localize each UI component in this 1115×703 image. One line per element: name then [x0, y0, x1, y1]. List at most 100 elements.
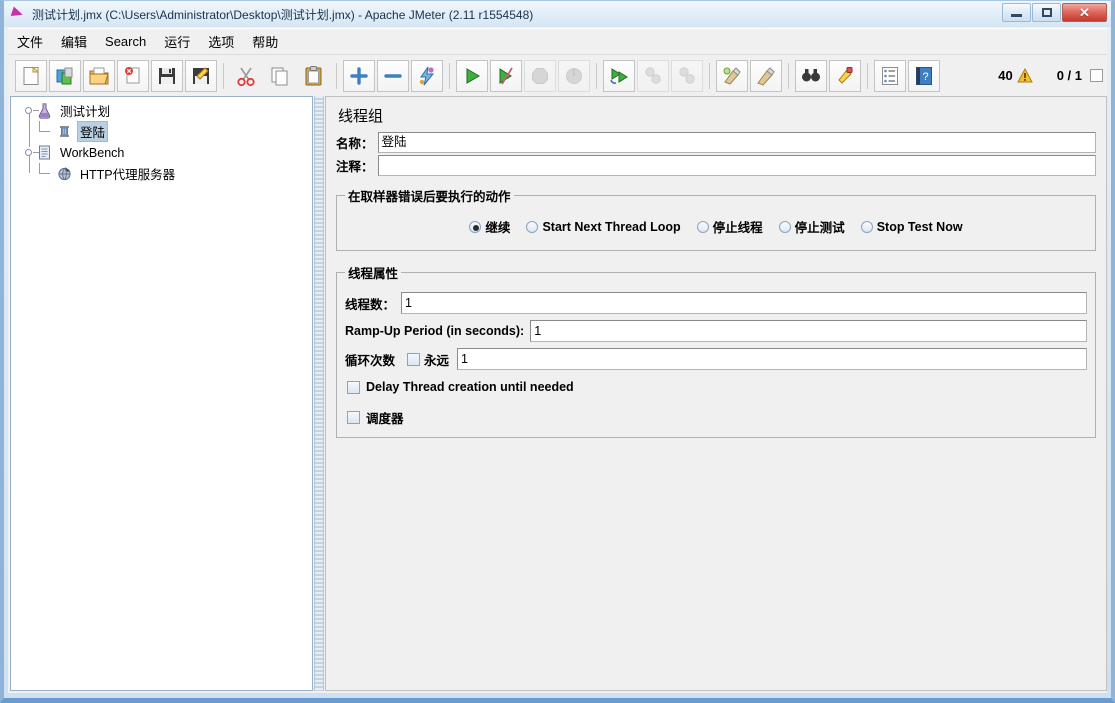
minimize-button[interactable]	[1002, 3, 1031, 22]
toolbar-separator	[788, 62, 789, 89]
menu-bar: 文件 编辑 Search 运行 选项 帮助	[8, 28, 1107, 54]
scheduler-row[interactable]: 调度器	[347, 408, 1087, 427]
copy-icon[interactable]	[264, 60, 296, 92]
remote-start-all-icon[interactable]	[603, 59, 635, 92]
stop-icon	[524, 59, 556, 92]
menu-options[interactable]: 选项	[199, 29, 243, 54]
ramp-up-row: Ramp-Up Period (in seconds): 1	[345, 320, 1087, 342]
radio-label: 停止线程	[712, 221, 763, 235]
name-label: 名称：	[336, 137, 374, 151]
radio-indicator-icon	[778, 220, 791, 233]
start-icon[interactable]	[456, 59, 488, 92]
shutdown-icon	[558, 59, 590, 92]
menu-run[interactable]: 运行	[155, 29, 199, 54]
expand-all-icon[interactable]	[343, 59, 375, 92]
radio-continue[interactable]: 继续	[469, 217, 510, 236]
tree-node-test-plan[interactable]: 测试计划	[11, 100, 312, 121]
new-icon[interactable]	[15, 59, 47, 92]
scheduler-checkbox[interactable]	[347, 411, 360, 424]
tree-node-http-proxy[interactable]: HTTP代理服务器	[11, 163, 312, 184]
window-controls: ✕	[1002, 3, 1107, 22]
toolbar-status: 40 0 / 1	[998, 68, 1107, 83]
close-button[interactable]: ✕	[1062, 3, 1107, 22]
tree-node-workbench[interactable]: WorkBench	[11, 142, 312, 163]
function-helper-icon[interactable]	[874, 59, 906, 92]
thread-properties-group: 线程属性 线程数： 1 Ramp-Up Period (in seconds):…	[336, 263, 1096, 438]
radio-start-next-thread-loop[interactable]: Start Next Thread Loop	[526, 220, 681, 234]
search-icon[interactable]	[795, 59, 827, 92]
jmeter-main-window: 测试计划.jmx (C:\Users\Administrator\Desktop…	[0, 0, 1115, 703]
forever-label: 永远	[424, 353, 450, 368]
delay-creation-row[interactable]: Delay Thread creation until needed	[347, 380, 1087, 394]
menu-search[interactable]: Search	[96, 31, 155, 52]
clear-all-icon[interactable]	[750, 59, 782, 92]
cut-icon[interactable]	[230, 60, 262, 92]
menu-help[interactable]: 帮助	[243, 29, 287, 54]
loop-count-row: 循环次数 永远 1	[345, 348, 1087, 370]
main-split-pane: 测试计划 登陆 WorkBench HTTP代理服务器 线程组 名称： 登陆 注…	[8, 96, 1107, 693]
start-no-pauses-icon[interactable]	[490, 59, 522, 92]
ramp-up-label: Ramp-Up Period (in seconds):	[345, 324, 525, 338]
radio-stop-thread[interactable]: 停止线程	[696, 217, 763, 236]
radio-stop-test-now[interactable]: Stop Test Now	[860, 220, 963, 234]
window-title: 测试计划.jmx (C:\Users\Administrator\Desktop…	[32, 7, 534, 22]
comment-input[interactable]	[377, 155, 1096, 176]
loop-count-label: 循环次数	[345, 353, 396, 368]
name-input[interactable]: 登陆	[377, 132, 1096, 153]
clear-icon[interactable]	[716, 59, 748, 92]
tree-node-label: 登陆	[77, 121, 109, 142]
toolbar-separator	[709, 62, 710, 89]
split-divider[interactable]	[314, 96, 324, 691]
radio-indicator-icon	[860, 220, 873, 233]
save-icon[interactable]	[151, 59, 183, 92]
jmeter-logo-icon	[10, 6, 28, 22]
radio-label: 继续	[485, 221, 511, 235]
loop-count-input[interactable]: 1	[457, 348, 1087, 370]
remote-stop-all-icon	[637, 59, 669, 92]
tree-elbow	[34, 121, 56, 142]
menu-file[interactable]: 文件	[8, 29, 52, 54]
svg-text:?: ?	[922, 71, 928, 83]
test-plan-tree[interactable]: 测试计划 登陆 WorkBench HTTP代理服务器	[10, 96, 313, 691]
scheduler-label: 调度器	[366, 412, 404, 426]
tree-node-thread-group[interactable]: 登陆	[11, 121, 312, 142]
toolbar: ? 40 0 / 1	[8, 54, 1107, 96]
error-action-group: 在取样器错误后要执行的动作 继续 Start Next Thread Loop …	[336, 186, 1096, 251]
search-reset-icon[interactable]	[829, 59, 861, 92]
num-threads-label: 线程数：	[345, 297, 396, 312]
toolbar-separator	[336, 62, 337, 89]
save-as-icon[interactable]	[185, 59, 217, 92]
forever-checkbox[interactable]	[407, 352, 421, 366]
http-proxy-icon	[58, 167, 71, 181]
open-icon[interactable]	[83, 59, 115, 92]
expand-handle-icon[interactable]	[25, 106, 39, 115]
num-threads-row: 线程数： 1	[345, 292, 1087, 314]
help-icon[interactable]: ?	[908, 59, 940, 92]
num-threads-input[interactable]: 1	[401, 292, 1087, 314]
templates-icon[interactable]	[49, 59, 81, 92]
close-icon[interactable]	[117, 59, 149, 92]
toolbar-separator	[449, 62, 450, 89]
warning-count: 40	[998, 68, 1013, 83]
expand-handle-icon[interactable]	[25, 148, 39, 157]
paste-icon[interactable]	[298, 60, 330, 92]
toggle-icon[interactable]	[411, 59, 443, 92]
toolbar-separator	[596, 62, 597, 89]
maximize-button[interactable]	[1032, 3, 1061, 22]
menu-edit[interactable]: 编辑	[52, 29, 96, 54]
ramp-up-input[interactable]: 1	[530, 320, 1087, 342]
delay-creation-checkbox[interactable]	[347, 380, 360, 394]
page-title: 线程组	[338, 108, 384, 125]
collapse-all-icon[interactable]	[377, 59, 409, 92]
thread-group-icon	[60, 126, 69, 137]
thread-properties-legend: 线程属性	[348, 267, 399, 281]
warning-icon	[1016, 68, 1033, 83]
radio-label: 停止测试	[794, 221, 845, 235]
toolbar-separator	[867, 62, 868, 89]
tree-node-label: 测试计划	[60, 105, 111, 119]
title-bar: 测试计划.jmx (C:\Users\Administrator\Desktop…	[4, 1, 1111, 27]
running-indicator	[1090, 69, 1103, 82]
tree-node-label: HTTP代理服务器	[80, 168, 176, 182]
radio-stop-test[interactable]: 停止测试	[778, 217, 845, 236]
delay-creation-label: Delay Thread creation until needed	[366, 380, 574, 394]
